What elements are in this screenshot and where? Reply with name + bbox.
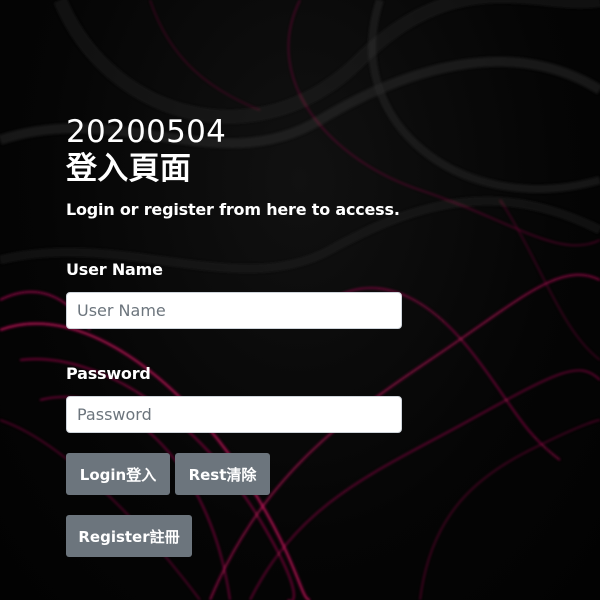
register-button[interactable]: Register註冊 [66,515,192,557]
page-title: 登入頁面 [66,151,192,187]
password-input[interactable] [66,396,402,433]
login-form-container: 20200504 登入頁面 Login or register from her… [66,114,406,557]
username-label: User Name [66,260,163,279]
reset-button[interactable]: Rest清除 [175,453,270,495]
login-button[interactable]: Login登入 [66,453,170,495]
username-input[interactable] [66,292,402,329]
login-page: 20200504 登入頁面 Login or register from her… [0,0,600,600]
page-subtitle: Login or register from here to access. [66,200,400,219]
page-title-date: 20200504 [66,114,227,150]
password-label: Password [66,364,151,383]
